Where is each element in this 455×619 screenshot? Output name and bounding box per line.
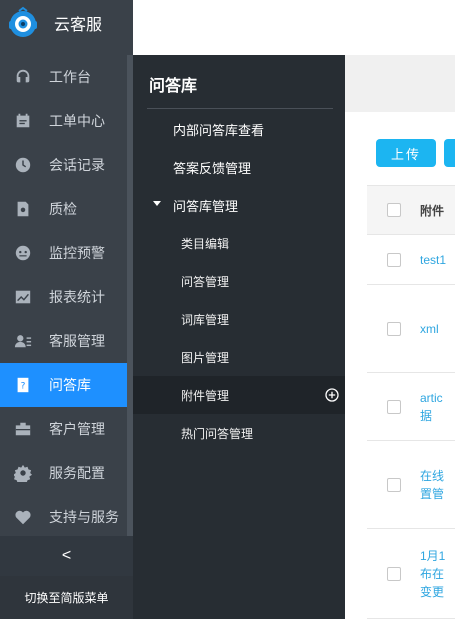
brand-header[interactable]: 云客服	[0, 0, 133, 45]
column-header-attachment: 附件	[420, 203, 445, 218]
attachment-link[interactable]: 在线 置管	[420, 467, 444, 503]
clock-icon	[13, 155, 33, 175]
chart-icon	[13, 287, 33, 307]
sidebar-item-support[interactable]: 支持与服务	[0, 495, 133, 539]
flyout-item-label: 问答管理	[181, 274, 230, 289]
flyout-item-category-edit[interactable]: 类目编辑	[133, 224, 345, 262]
row-checkbox[interactable]	[386, 566, 401, 581]
sidebar-item-label: 工作台	[49, 69, 91, 85]
sidebar-item-label: 客户管理	[49, 421, 105, 437]
sidebar-item-tickets[interactable]: 工单中心	[0, 99, 133, 143]
sidebar-item-label: 支持与服务	[49, 509, 119, 525]
sidebar-item-service-config[interactable]: 服务配置	[0, 451, 133, 495]
sidebar-item-customer-management[interactable]: 客户管理	[0, 407, 133, 451]
flyout-item-qa-management[interactable]: 问答库管理	[133, 186, 345, 224]
switch-simple-menu-button[interactable]: 切换至简版菜单	[0, 576, 133, 619]
document-icon	[13, 199, 33, 219]
flyout-divider	[147, 108, 333, 109]
row-checkbox[interactable]	[386, 477, 401, 492]
sidebar-nav: 工作台 工单中心 会话记录 质检 监控预警 报表统计 客服管理 ? 问答库 客户…	[0, 55, 133, 539]
qa-icon: ?	[13, 375, 33, 395]
flyout-item-internal-qa-view[interactable]: 内部问答库查看	[133, 110, 345, 148]
add-circle-icon[interactable]	[325, 388, 339, 402]
sidebar-item-label: 质检	[49, 201, 77, 217]
flyout-item-label: 类目编辑	[181, 236, 230, 251]
sidebar-item-label: 会话记录	[49, 157, 105, 173]
headset-icon	[13, 67, 33, 87]
sidebar-item-label: 报表统计	[49, 289, 105, 305]
sidebar-item-label: 监控预警	[49, 245, 105, 261]
qa-library-flyout: 问答库 内部问答库查看 答案反馈管理 问答库管理 类目编辑 问答管理 词库管理 …	[133, 55, 345, 619]
attachment-link[interactable]: xml	[420, 320, 439, 338]
table-row: 在线 置管	[367, 441, 455, 529]
flyout-item-lexicon-manage[interactable]: 词库管理	[133, 300, 345, 338]
flyout-item-label: 热门问答管理	[181, 426, 254, 441]
flyout-item-label: 词库管理	[181, 312, 230, 327]
sidebar-item-agent-management[interactable]: 客服管理	[0, 319, 133, 363]
select-all-checkbox[interactable]	[386, 203, 401, 217]
agent-icon	[13, 331, 33, 351]
table-row: 1月1 布在 变更	[367, 529, 455, 619]
sidebar-item-quality-check[interactable]: 质检	[0, 187, 133, 231]
attachment-link[interactable]: test1	[420, 251, 446, 269]
robot-logo-icon	[6, 6, 40, 40]
attachment-table: 附件 test1 xml artic 据 在线 置管 1月1 布在 变更	[367, 185, 455, 619]
flyout-item-hot-qa-manage[interactable]: 热门问答管理	[133, 414, 345, 452]
flyout-item-qa-manage[interactable]: 问答管理	[133, 262, 345, 300]
app-title: 云客服	[54, 16, 103, 34]
flyout-item-label: 附件管理	[181, 388, 230, 403]
briefcase-icon	[13, 419, 33, 439]
sidebar-item-conversations[interactable]: 会话记录	[0, 143, 133, 187]
flyout-item-label: 问答库管理	[173, 198, 239, 214]
table-row: xml	[367, 285, 455, 373]
attachment-link[interactable]: artic 据	[420, 389, 443, 425]
chevron-left-icon: <	[61, 547, 72, 564]
sidebar-item-label: 工单中心	[49, 113, 105, 129]
sidebar-item-qa-library[interactable]: ? 问答库	[0, 363, 133, 407]
flyout-item-label: 内部问答库查看	[173, 122, 265, 138]
row-checkbox[interactable]	[386, 321, 401, 336]
flyout-item-label: 答案反馈管理	[173, 160, 252, 176]
flyout-item-answer-feedback[interactable]: 答案反馈管理	[133, 148, 345, 186]
gear-icon	[13, 463, 33, 483]
ticket-icon	[13, 111, 33, 131]
table-row: artic 据	[367, 373, 455, 441]
sidebar-item-workbench[interactable]: 工作台	[0, 55, 133, 99]
sidebar-item-label: 问答库	[49, 377, 91, 393]
sidebar-item-label: 客服管理	[49, 333, 105, 349]
row-checkbox[interactable]	[386, 252, 401, 267]
table-row: test1	[367, 235, 455, 285]
row-checkbox[interactable]	[386, 399, 401, 414]
monitor-icon	[13, 243, 33, 263]
flyout-item-label: 图片管理	[181, 350, 230, 365]
table-header: 附件	[367, 185, 455, 235]
collapse-sidebar-button[interactable]: <	[0, 536, 133, 576]
heart-icon	[13, 507, 33, 527]
sidebar-item-reports[interactable]: 报表统计	[0, 275, 133, 319]
sidebar-item-monitoring[interactable]: 监控预警	[0, 231, 133, 275]
flyout-item-image-manage[interactable]: 图片管理	[133, 338, 345, 376]
flyout-item-attachment-manage[interactable]: 附件管理	[133, 376, 345, 414]
flyout-title: 问答库	[149, 78, 198, 95]
svg-text:?: ?	[21, 382, 26, 392]
caret-down-icon	[153, 201, 161, 206]
sidebar-item-label: 服务配置	[49, 465, 105, 481]
upload-button[interactable]: 上传	[376, 139, 436, 167]
secondary-action-button[interactable]	[444, 139, 455, 167]
top-bar	[133, 0, 455, 55]
sidebar: 云客服 工作台 工单中心 会话记录 质检 监控预警 报表统计 客服管理 ? 问答…	[0, 0, 133, 619]
attachment-link[interactable]: 1月1 布在 变更	[420, 547, 445, 601]
